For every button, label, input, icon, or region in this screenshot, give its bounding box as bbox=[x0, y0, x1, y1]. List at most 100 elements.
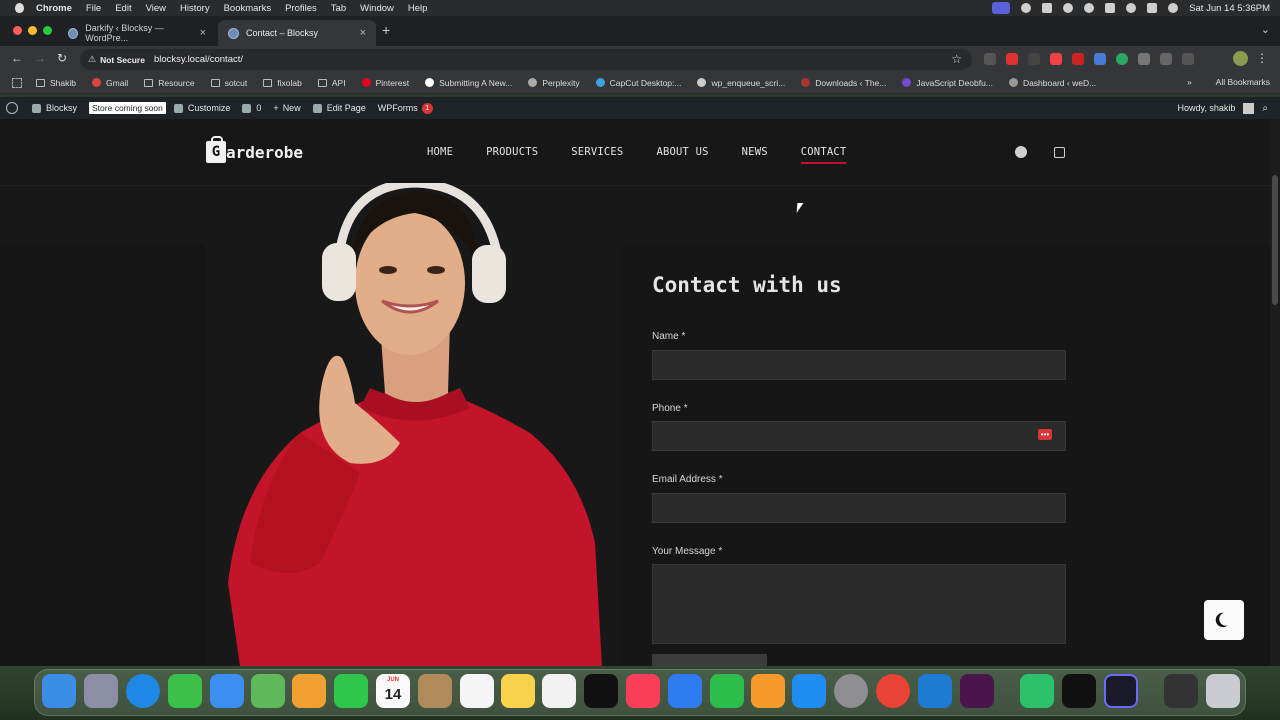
scrollbar-thumb[interactable] bbox=[1272, 175, 1278, 305]
tab-darkify[interactable]: Darkify ‹ Blocksy — WordPre... × bbox=[58, 20, 216, 46]
extension-red-icon[interactable] bbox=[1006, 53, 1018, 65]
reminders-icon[interactable] bbox=[460, 674, 494, 708]
wp-comments[interactable]: 0 bbox=[242, 103, 261, 113]
numbers-icon[interactable] bbox=[710, 674, 744, 708]
menu-profiles[interactable]: Profiles bbox=[285, 3, 317, 14]
dark-mode-toggle[interactable] bbox=[1204, 600, 1244, 640]
keynote-icon[interactable] bbox=[668, 674, 702, 708]
messages-icon[interactable] bbox=[168, 674, 202, 708]
menu-help[interactable]: Help bbox=[408, 3, 428, 14]
user-avatar[interactable] bbox=[1243, 102, 1255, 114]
bookmark-resource[interactable]: Resource bbox=[144, 78, 195, 88]
forward-arrow-icon[interactable]: → bbox=[34, 51, 46, 65]
address-bar[interactable]: ⚠ Not Secure blocksy.local/contact/ ☆ bbox=[80, 49, 972, 70]
safari-icon[interactable] bbox=[126, 674, 160, 708]
apple-tv-icon[interactable] bbox=[584, 674, 618, 708]
calendar-icon[interactable]: JUN 14 bbox=[376, 674, 410, 708]
profile-avatar[interactable] bbox=[1233, 51, 1248, 66]
system-settings-icon[interactable] bbox=[834, 674, 868, 708]
nav-home[interactable]: HOME bbox=[427, 146, 453, 158]
bookmark-pinterest[interactable]: Pinterest bbox=[361, 78, 409, 88]
close-tab-icon[interactable]: × bbox=[360, 27, 366, 39]
wordpress-logo-icon[interactable] bbox=[6, 102, 18, 114]
howdy-user[interactable]: Howdy, shakib bbox=[1178, 103, 1236, 113]
autofill-dots-icon[interactable]: ••• bbox=[1038, 429, 1052, 440]
account-icon[interactable] bbox=[1015, 146, 1027, 158]
reload-icon[interactable]: ↻ bbox=[57, 51, 67, 65]
search-icon[interactable]: ⌕ bbox=[1262, 103, 1268, 114]
extension-adblock-icon[interactable] bbox=[1050, 53, 1062, 65]
nav-products[interactable]: PRODUCTS bbox=[486, 146, 538, 158]
finder-icon[interactable] bbox=[42, 674, 76, 708]
siri-icon[interactable] bbox=[1168, 3, 1179, 13]
menubar-clock[interactable]: Sat Jun 14 5:36PM bbox=[1189, 3, 1270, 14]
menu-file[interactable]: File bbox=[86, 3, 101, 14]
store-coming-soon-badge[interactable]: Store coming soon bbox=[89, 102, 166, 114]
nav-services[interactable]: SERVICES bbox=[571, 146, 623, 158]
submit-button[interactable] bbox=[652, 654, 767, 666]
security-label[interactable]: Not Secure bbox=[100, 55, 145, 65]
play-icon[interactable] bbox=[1063, 3, 1074, 13]
freeform-icon[interactable] bbox=[542, 674, 576, 708]
extension-mail-icon[interactable] bbox=[984, 53, 996, 65]
slack-icon[interactable] bbox=[960, 674, 994, 708]
wp-customize[interactable]: Customize bbox=[173, 103, 230, 113]
chrome-menu-icon[interactable]: ⋮ bbox=[1256, 51, 1268, 65]
wifi-icon[interactable] bbox=[1084, 3, 1095, 13]
menu-view[interactable]: View bbox=[146, 3, 166, 14]
bookmark-dashboard[interactable]: Dashboard ‹ weD... bbox=[1008, 78, 1096, 88]
extension-font-icon[interactable] bbox=[1028, 53, 1040, 65]
menu-history[interactable]: History bbox=[180, 3, 210, 14]
wp-edit-page[interactable]: Edit Page bbox=[312, 103, 366, 113]
downloads-stack-icon[interactable] bbox=[1164, 674, 1198, 708]
bookmark-api[interactable]: API bbox=[317, 78, 346, 88]
record-icon[interactable] bbox=[1021, 3, 1032, 13]
music-icon[interactable] bbox=[626, 674, 660, 708]
nav-news[interactable]: NEWS bbox=[742, 146, 768, 158]
wp-site-link[interactable]: Blocksy bbox=[32, 103, 77, 113]
local-wp-icon[interactable] bbox=[1020, 674, 1054, 708]
bookmark-submitting[interactable]: Submitting A New... bbox=[425, 78, 512, 88]
close-tab-icon[interactable]: × bbox=[200, 27, 206, 39]
pages-icon[interactable] bbox=[751, 674, 785, 708]
wp-wpforms[interactable]: WPForms 1 bbox=[378, 102, 433, 114]
extension-pen-icon[interactable] bbox=[1138, 53, 1150, 65]
terminal-icon[interactable] bbox=[1062, 674, 1096, 708]
spotlight-icon[interactable] bbox=[1126, 3, 1137, 13]
bookmark-js-deobfuscator[interactable]: JavaScript Deobfu... bbox=[902, 78, 993, 88]
back-arrow-icon[interactable]: ← bbox=[11, 51, 23, 65]
menu-window[interactable]: Window bbox=[360, 3, 394, 14]
facetime-icon[interactable] bbox=[334, 674, 368, 708]
bookmark-sotcut[interactable]: sotcut bbox=[210, 78, 247, 88]
extension-hat-icon[interactable] bbox=[1160, 53, 1172, 65]
screen-recorder-icon[interactable] bbox=[1104, 674, 1138, 708]
menu-bookmarks[interactable]: Bookmarks bbox=[224, 3, 272, 14]
menu-tab[interactable]: Tab bbox=[331, 3, 346, 14]
phone-input[interactable] bbox=[652, 421, 1066, 451]
dropbox-icon[interactable] bbox=[1042, 3, 1053, 13]
chrome-icon[interactable] bbox=[876, 674, 910, 708]
menu-edit[interactable]: Edit bbox=[115, 3, 131, 14]
bookmark-gmail[interactable]: Gmail bbox=[92, 78, 128, 88]
apps-grid-icon[interactable] bbox=[12, 77, 22, 88]
all-bookmarks[interactable]: All Bookmarks bbox=[1216, 77, 1270, 87]
new-tab-plus-icon[interactable]: + bbox=[382, 22, 390, 38]
contacts-icon[interactable] bbox=[418, 674, 452, 708]
bookmark-perplexity[interactable]: Perplexity bbox=[528, 78, 580, 88]
control-center-icon[interactable] bbox=[1147, 3, 1158, 13]
maps-icon[interactable] bbox=[251, 674, 285, 708]
extension-translate-icon[interactable] bbox=[1094, 53, 1106, 65]
email-input[interactable] bbox=[652, 493, 1066, 523]
bookmark-downloads[interactable]: Downloads ‹ The... bbox=[801, 78, 886, 88]
bookmark-fixolab[interactable]: fixolab bbox=[263, 78, 302, 88]
bookmarks-overflow-icon[interactable]: » bbox=[1187, 77, 1192, 87]
launchpad-icon[interactable] bbox=[84, 674, 118, 708]
vscode-icon[interactable] bbox=[918, 674, 952, 708]
input-source-icon[interactable] bbox=[1105, 3, 1116, 13]
extensions-puzzle-icon[interactable] bbox=[1182, 53, 1194, 65]
nav-about-us[interactable]: ABOUT US bbox=[656, 146, 708, 158]
cart-icon[interactable] bbox=[1054, 146, 1065, 158]
screen-record-icon[interactable] bbox=[992, 2, 1011, 14]
bookmark-shakib[interactable]: Shakib bbox=[36, 78, 76, 88]
apple-icon[interactable] bbox=[12, 3, 26, 13]
